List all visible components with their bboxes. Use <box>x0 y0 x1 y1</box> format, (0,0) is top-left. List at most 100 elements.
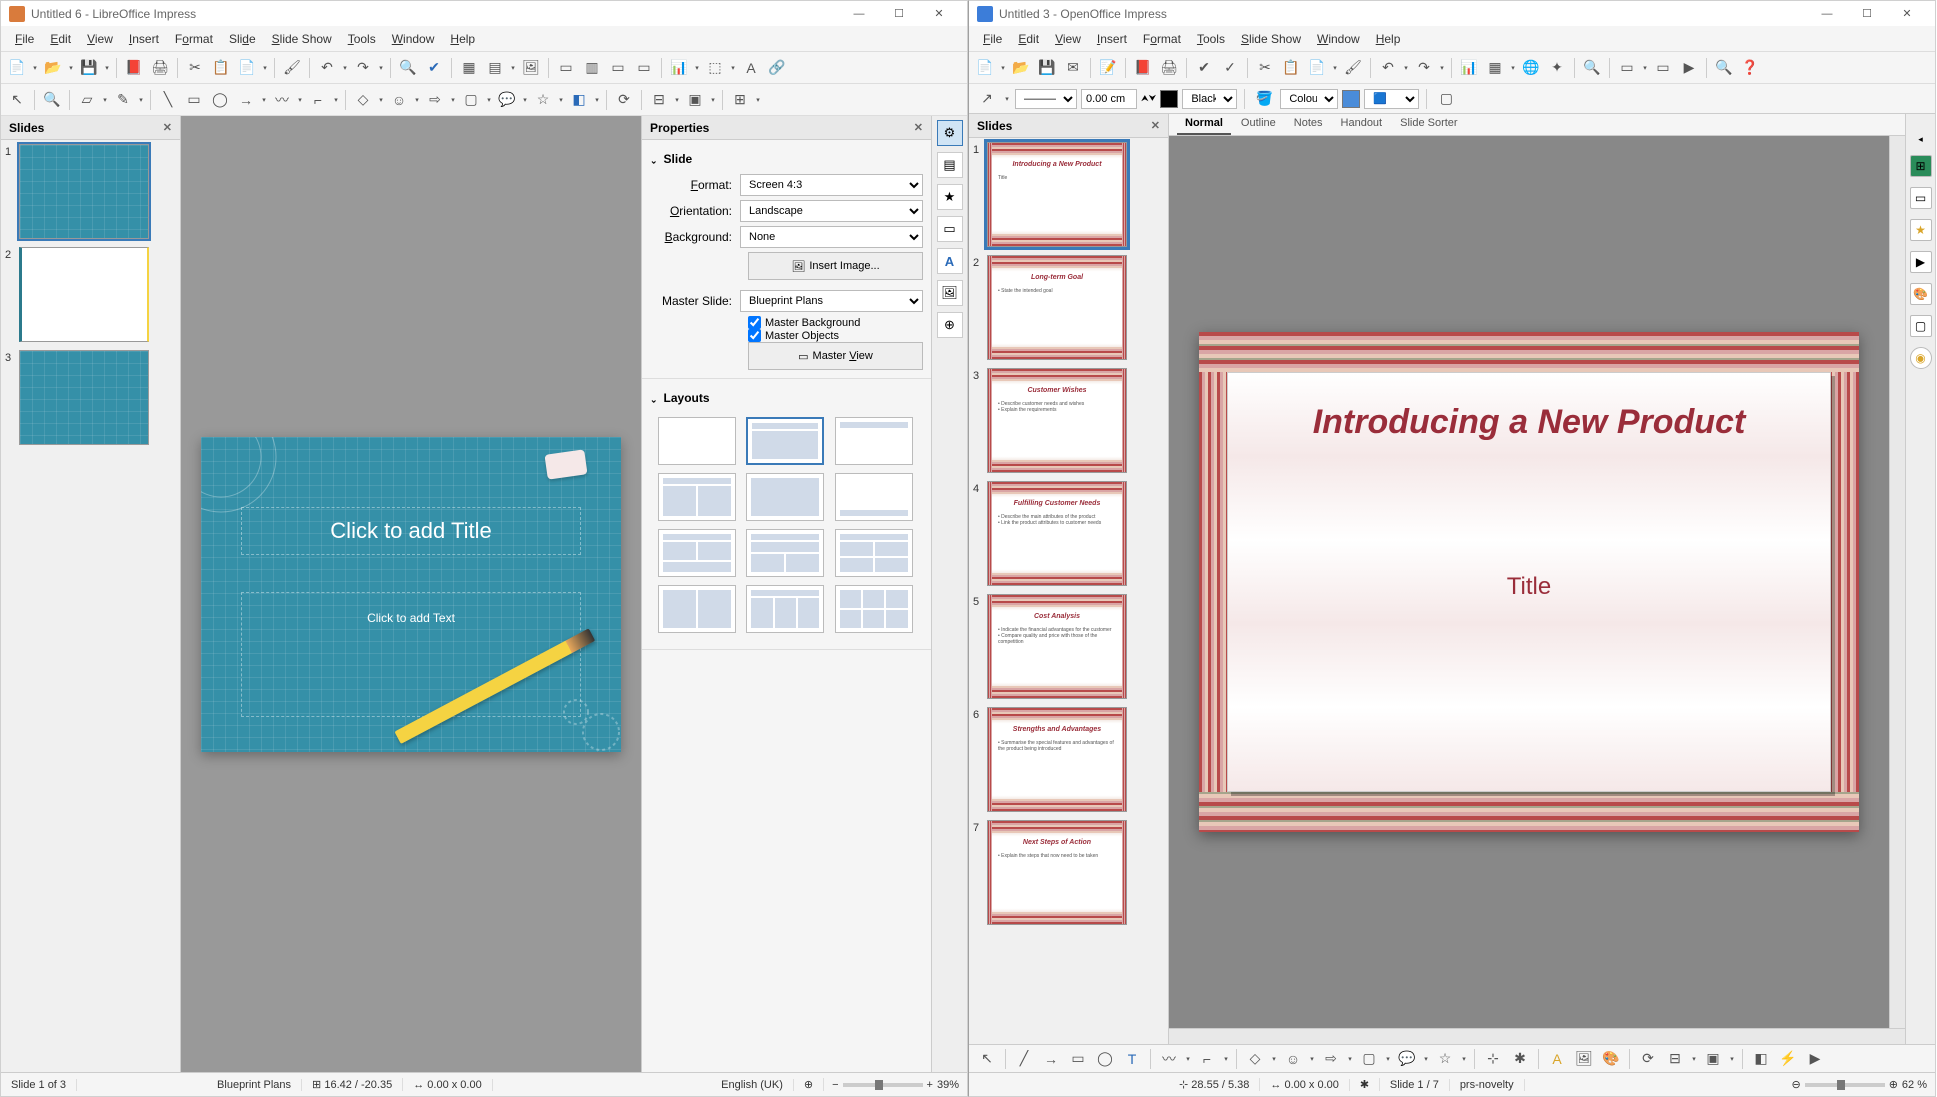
layout-6cell[interactable] <box>835 585 913 633</box>
line-color-icon[interactable]: ✎ <box>111 88 135 112</box>
minimize-button[interactable]: — <box>839 2 879 26</box>
undo-icon[interactable]: ↶ <box>1376 56 1400 80</box>
line-tool-icon[interactable]: ╱ <box>1012 1047 1036 1071</box>
close-icon[interactable]: ✕ <box>914 121 923 134</box>
insert-textbox-icon[interactable]: ⬚ <box>703 56 727 80</box>
navigator-circle-icon[interactable]: ◉ <box>1910 347 1932 369</box>
fontwork-icon[interactable]: A <box>739 56 763 80</box>
align-icon[interactable]: ⊟ <box>647 88 671 112</box>
slide-icon[interactable]: ▭ <box>1615 56 1639 80</box>
image-icon[interactable]: 🖼 <box>519 56 543 80</box>
zoom-slider[interactable] <box>843 1083 923 1087</box>
email-icon[interactable]: ✉ <box>1061 56 1085 80</box>
format-paintbrush-icon[interactable]: 🖌 <box>1341 56 1365 80</box>
custom-animation-icon[interactable]: ★ <box>1910 219 1932 241</box>
slide-subtitle[interactable]: Title <box>1258 573 1800 601</box>
styles-icon[interactable]: 🎨 <box>1910 283 1932 305</box>
layout-title-only[interactable] <box>835 417 913 465</box>
menu-window[interactable]: Window <box>1309 28 1368 50</box>
menu-slide[interactable]: Slide <box>221 28 264 50</box>
fill-color-select[interactable]: 🟦 <box>1364 89 1419 109</box>
menu-tools[interactable]: Tools <box>1189 28 1233 50</box>
table-icon[interactable]: ▦ <box>1483 56 1507 80</box>
arrow-tool-icon[interactable]: → <box>234 88 258 112</box>
new-icon[interactable]: 📄 <box>973 56 997 80</box>
layout-title-bottom[interactable] <box>835 473 913 521</box>
close-icon[interactable]: ✕ <box>163 121 172 134</box>
line-color-select[interactable]: Black <box>1182 89 1237 109</box>
horizontal-scrollbar[interactable] <box>1169 1028 1905 1044</box>
save-icon[interactable]: 💾 <box>1035 56 1059 80</box>
tab-handout[interactable]: Handout <box>1333 114 1391 135</box>
arrange-icon[interactable]: ▣ <box>683 88 707 112</box>
arrange-icon[interactable]: ▣ <box>1701 1047 1725 1071</box>
paste-icon[interactable]: 📄 <box>1305 56 1329 80</box>
spellcheck-icon[interactable]: ✔ <box>1192 56 1216 80</box>
fill-icon[interactable]: 🪣 <box>1252 87 1276 111</box>
slide-thumb-6[interactable]: Strengths and Advantages• Summarise the … <box>987 707 1127 812</box>
auto-spellcheck-icon[interactable]: ✓ <box>1218 56 1242 80</box>
redo-icon[interactable]: ↷ <box>351 56 375 80</box>
orientation-select[interactable]: Landscape <box>740 200 923 222</box>
menu-window[interactable]: Window <box>384 28 443 50</box>
ellipse-tool-icon[interactable]: ◯ <box>208 88 232 112</box>
copy-icon[interactable]: 📋 <box>209 56 233 80</box>
ellipse-tool-icon[interactable]: ◯ <box>1093 1047 1117 1071</box>
maximize-button[interactable]: ☐ <box>879 2 919 26</box>
connector-tool-icon[interactable]: ⌐ <box>1195 1047 1219 1071</box>
menu-insert[interactable]: Insert <box>1089 28 1135 50</box>
current-slide[interactable]: Introducing a New Product Title <box>1199 332 1859 832</box>
fontwork-icon[interactable]: A <box>1545 1047 1569 1071</box>
save-icon[interactable]: 💾 <box>77 56 101 80</box>
copy-icon[interactable]: 📋 <box>1279 56 1303 80</box>
table-icon[interactable]: ▦ <box>457 56 481 80</box>
current-slide[interactable]: Click to add Title Click to add Text <box>201 437 621 752</box>
rotate-icon[interactable]: ⟳ <box>612 88 636 112</box>
minimize-button[interactable]: — <box>1807 2 1847 26</box>
distribute-icon[interactable]: ⊞ <box>728 88 752 112</box>
layout-blank[interactable] <box>658 417 736 465</box>
background-select[interactable]: None <box>740 226 923 248</box>
vertical-scrollbar[interactable] <box>1889 136 1905 1028</box>
slide-thumb-2[interactable]: Long-term Goal• State the intended goal <box>987 255 1127 360</box>
open-dropdown[interactable]: ▾ <box>67 64 75 72</box>
zoom-value[interactable]: 62 % <box>1902 1079 1927 1091</box>
line-width-input[interactable] <box>1081 89 1137 109</box>
export-pdf-icon[interactable]: 📕 <box>1131 56 1155 80</box>
rect-tool-icon[interactable]: ▭ <box>1066 1047 1090 1071</box>
fill-mode-select[interactable]: Colour <box>1280 89 1338 109</box>
slide-title[interactable]: Introducing a New Product <box>1258 403 1800 442</box>
zoom-value[interactable]: 39% <box>937 1079 959 1091</box>
zoom-out-icon[interactable]: − <box>832 1079 838 1091</box>
zoom-slider[interactable] <box>1805 1083 1885 1087</box>
slide-thumb-5[interactable]: Cost Analysis• Indicate the financial ad… <box>987 594 1127 699</box>
basic-shapes-icon[interactable]: ◇ <box>1243 1047 1267 1071</box>
animation-icon[interactable]: ▶ <box>1803 1047 1827 1071</box>
slide-thumb-3[interactable] <box>19 350 149 445</box>
start-current-icon[interactable]: ▭ <box>632 56 656 80</box>
connector-tool-icon[interactable]: ⌐ <box>306 88 330 112</box>
menu-help[interactable]: Help <box>442 28 483 50</box>
properties-icon[interactable]: ⊞ <box>1910 155 1932 177</box>
menu-tools[interactable]: Tools <box>340 28 384 50</box>
glue-icon[interactable]: ✱ <box>1508 1047 1532 1071</box>
fit-slide-icon[interactable]: ⊕ <box>794 1078 824 1091</box>
insert-image-button[interactable]: 🖼 Insert Image... <box>748 252 923 280</box>
rect-tool-icon[interactable]: ▭ <box>182 88 206 112</box>
stars-icon[interactable]: ☆ <box>1433 1047 1457 1071</box>
slide-thumb-1[interactable] <box>19 144 149 239</box>
zoom-in-icon[interactable]: ⊕ <box>1889 1078 1898 1091</box>
start-first-icon[interactable]: ▭ <box>606 56 630 80</box>
chart-icon[interactable]: 📊 <box>1457 56 1481 80</box>
content-placeholder[interactable]: Click to add Text <box>241 592 581 717</box>
slide-editor[interactable]: Click to add Title Click to add Text <box>181 116 641 1072</box>
slide-editor[interactable]: Introducing a New Product Title <box>1169 136 1889 1028</box>
slide-thumb-2[interactable] <box>19 247 149 342</box>
layout-split[interactable] <box>658 585 736 633</box>
layout-2top-1bottom[interactable] <box>658 529 736 577</box>
redo-icon[interactable]: ↷ <box>1412 56 1436 80</box>
tab-navigator-icon[interactable]: ⊕ <box>937 312 963 338</box>
layout-3col[interactable] <box>746 585 824 633</box>
slide-design-icon[interactable]: ▭ <box>1651 56 1675 80</box>
zoom-tool-icon[interactable]: 🔍 <box>40 88 64 112</box>
